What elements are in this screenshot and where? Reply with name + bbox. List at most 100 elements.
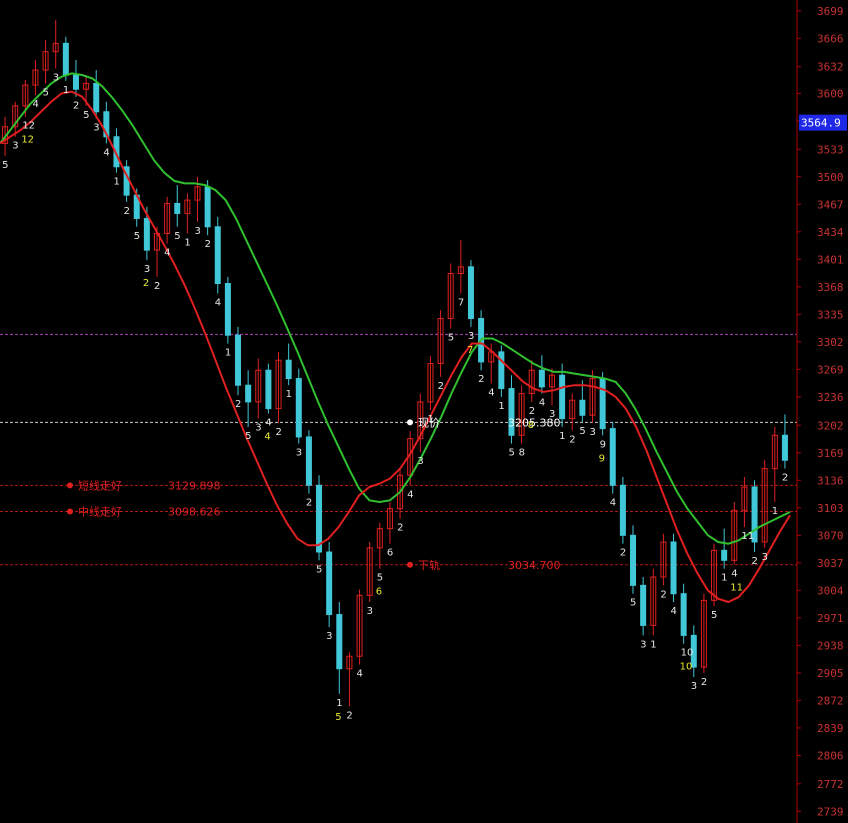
price-tick-label: 2806	[817, 749, 844, 762]
price-tick-label: 3236	[817, 391, 844, 404]
count-label: 5	[2, 160, 8, 171]
price-tick-label: 3666	[817, 32, 844, 45]
candle-down	[538, 369, 545, 388]
highlight-count-label: 7	[467, 345, 473, 356]
candle-down	[326, 551, 333, 616]
count-label: 2	[154, 281, 160, 292]
count-label: 5	[83, 110, 89, 121]
count-label: 5	[711, 610, 717, 621]
chart-background	[0, 0, 848, 823]
candle-down	[224, 283, 231, 336]
count-label: 2	[397, 523, 403, 534]
highlight-count-label: 2	[143, 278, 149, 289]
price-tick-label: 3632	[817, 61, 844, 74]
candle-down	[599, 378, 606, 430]
count-label: 4	[539, 398, 545, 409]
count-label: 3	[468, 331, 474, 342]
count-label: 3	[640, 639, 646, 650]
price-tick-label: 2872	[817, 694, 844, 707]
highlight-count-label: 12	[21, 135, 34, 146]
count-label: 1	[559, 431, 565, 442]
price-tick-label: 2772	[817, 778, 844, 791]
count-label: 2	[529, 406, 535, 417]
count-label: 3	[53, 72, 59, 83]
count-label: 5	[174, 231, 180, 242]
count-label: 7	[458, 298, 464, 309]
candle-down	[559, 374, 566, 420]
count-label: 11	[741, 531, 754, 542]
level-value: 3205.380	[508, 416, 561, 429]
price-tick-label: 3699	[817, 5, 844, 18]
count-label: 3	[144, 264, 150, 275]
level-name: 中线走好	[78, 504, 122, 518]
count-label: 2	[701, 677, 707, 688]
count-label: 3	[93, 122, 99, 133]
count-label: 1	[336, 698, 342, 709]
count-label: 2	[276, 427, 282, 438]
candle-down	[316, 484, 323, 553]
count-label: 4	[103, 147, 109, 158]
count-label: 5	[508, 448, 514, 459]
count-label: 2	[346, 710, 352, 721]
count-label: 1	[650, 639, 656, 650]
candlestick-chart: 531245312534125324513241253 4213253124356…	[0, 0, 848, 823]
count-label: 4	[407, 489, 413, 500]
count-label: 5	[134, 231, 140, 242]
count-label: 3	[12, 141, 18, 152]
price-tick-label: 3202	[817, 419, 844, 432]
count-label: 3	[367, 606, 373, 617]
count-label: 3	[762, 552, 768, 563]
count-label: 5	[630, 598, 636, 609]
candle-down	[93, 82, 100, 113]
count-label: 6	[387, 548, 393, 559]
count-label: 3	[195, 226, 201, 237]
level-name: 现价	[418, 416, 440, 429]
level-marker	[407, 561, 413, 568]
count-label: 9	[600, 439, 606, 450]
count-label: 2	[438, 381, 444, 392]
count-label: 2	[124, 206, 130, 217]
count-label: 5	[316, 564, 322, 575]
price-tick-label: 2905	[817, 667, 844, 680]
candle-down	[609, 428, 616, 486]
candle-down	[143, 217, 150, 251]
count-label: 1	[184, 237, 190, 248]
count-label: 3	[691, 681, 697, 692]
count-label: 2	[620, 548, 626, 559]
count-label: 5	[448, 333, 454, 344]
price-tick-label: 2971	[817, 612, 844, 625]
count-label: 10	[681, 648, 694, 659]
count-label: 2	[782, 473, 788, 484]
count-label: 2	[73, 101, 79, 112]
highlight-count-label: 10	[680, 662, 693, 673]
count-label: 2	[569, 434, 575, 445]
candle-down	[204, 186, 211, 228]
candle-down	[336, 614, 343, 670]
level-value: 3129.898	[168, 479, 221, 492]
price-tick-label: 3037	[817, 557, 844, 570]
count-label: 4	[610, 498, 616, 509]
count-label: 1	[286, 389, 292, 400]
candle-down	[467, 266, 474, 320]
highlight-count-label: 6	[376, 587, 382, 598]
candle-down	[245, 384, 252, 403]
price-tick-label: 3136	[817, 474, 844, 487]
price-tick-label: 2739	[817, 805, 844, 818]
count-label: 5	[377, 573, 383, 584]
count-label: 3	[590, 427, 596, 438]
count-label: 8	[519, 448, 525, 459]
candle-down	[721, 549, 728, 561]
candle-down	[265, 369, 272, 410]
price-tick-label: 2839	[817, 722, 844, 735]
price-tick-label: 3533	[817, 143, 844, 156]
candle-down	[498, 351, 505, 390]
count-label: 1	[113, 177, 119, 188]
count-label: 5	[245, 431, 251, 442]
candle-down	[579, 399, 586, 416]
count-label: 3	[255, 423, 261, 434]
price-tick-label: 3401	[817, 253, 844, 266]
highlight-count-label: 5	[335, 712, 341, 723]
count-label: 5	[43, 87, 49, 98]
price-tick-label: 3335	[817, 308, 844, 321]
count-label: 4	[164, 247, 170, 258]
